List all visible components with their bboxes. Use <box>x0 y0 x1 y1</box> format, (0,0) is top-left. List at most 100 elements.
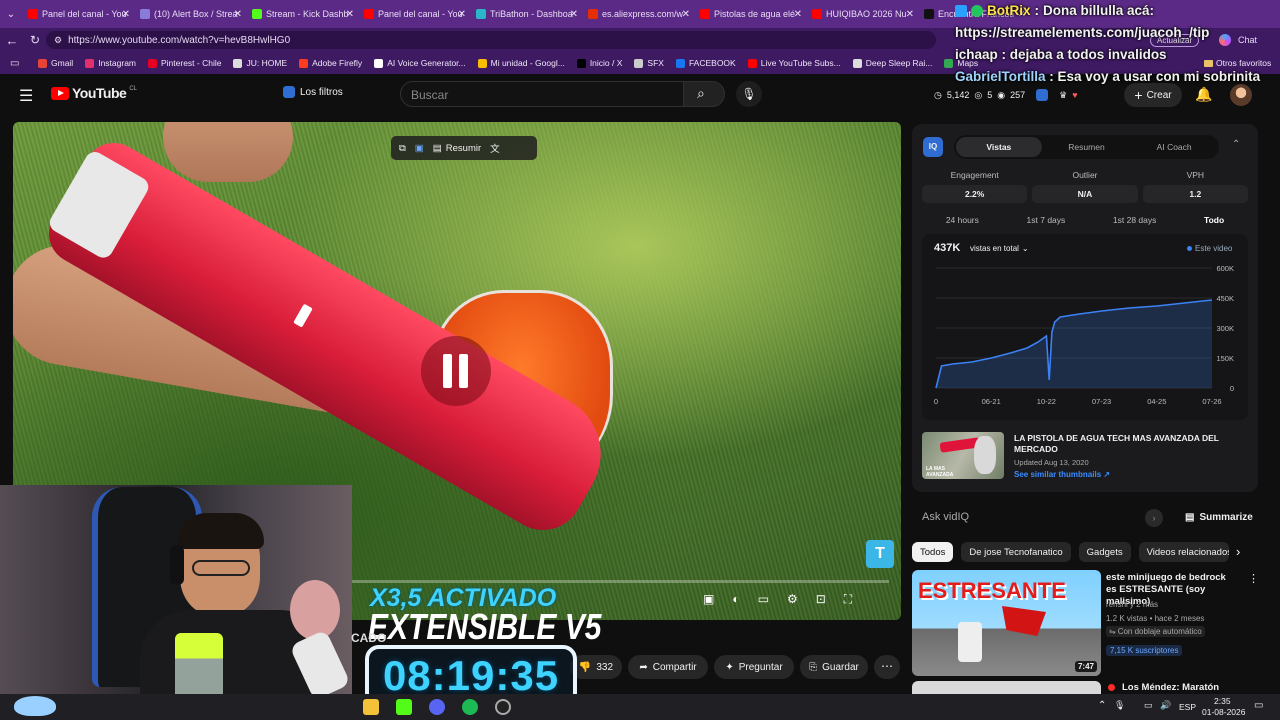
browser-tab[interactable]: HUIQIBAO 2026 Nu ✕ <box>806 3 918 25</box>
dislike-button[interactable]: 👎 332 <box>570 655 622 679</box>
ask-button[interactable]: ✦ Preguntar <box>714 655 794 679</box>
tab-views[interactable]: Vistas <box>956 137 1042 157</box>
youtube-logo[interactable]: YouTube CL <box>51 85 137 101</box>
sidebar-toggle-icon[interactable]: ▭ <box>10 58 19 69</box>
kick-icon[interactable] <box>396 699 412 715</box>
spotify-icon[interactable] <box>462 699 478 715</box>
close-tab-icon[interactable]: ✕ <box>682 9 690 20</box>
clock-date[interactable]: 01-08-2026 <box>1202 707 1245 717</box>
bookmark-item[interactable]: JU: HOME <box>233 58 287 68</box>
menu-icon[interactable]: ☰ <box>19 86 33 106</box>
bookmark-item[interactable]: Pinterest - Chile <box>148 58 221 68</box>
url-field[interactable]: ⚙ https://www.youtube.com/watch?v=hevB8H… <box>46 31 936 49</box>
close-tab-icon[interactable]: ✕ <box>234 9 242 20</box>
browser-tab[interactable]: Pistolas de agua elé ✕ <box>694 3 806 25</box>
vidiq-capture-icon[interactable]: ▣ <box>415 143 424 154</box>
volume-icon[interactable]: 🔊 <box>1160 700 1171 711</box>
picture-in-picture-icon[interactable]: ⧉ <box>399 143 406 154</box>
video-thumbnail[interactable]: LA MAS AVANZADA <box>922 432 1004 479</box>
range-all[interactable]: Todo <box>1204 215 1224 225</box>
summarize-button[interactable]: ▤ Summarize <box>1185 512 1253 523</box>
more-icon[interactable]: ⋮ <box>1248 572 1259 585</box>
tab-list-icon[interactable]: ⌄ <box>0 9 22 20</box>
chat-line: BotRix : Dona billulla acá: <box>955 0 1280 22</box>
file-explorer-icon[interactable] <box>363 699 379 715</box>
notifications-icon[interactable]: 🔔 <box>1195 86 1212 103</box>
chip-all[interactable]: Todos <box>912 542 954 562</box>
browser-tab[interactable]: Panel del canal - You ✕ <box>358 3 470 25</box>
bookmark-item[interactable]: Gmail <box>38 58 73 68</box>
tray-expand-icon[interactable]: ⌃ <box>1098 700 1106 711</box>
reload-icon[interactable]: ↻ <box>24 33 46 47</box>
tab-ai-coach[interactable]: AI Coach <box>1131 137 1217 157</box>
vidiq-player-icon[interactable]: ▣ <box>703 592 714 607</box>
search-button[interactable]: ⌕ <box>683 81 725 107</box>
range-28d[interactable]: 1st 28 days <box>1113 215 1156 225</box>
bookmark-favicon-icon <box>576 58 586 68</box>
range-24h[interactable]: 24 hours <box>946 215 979 225</box>
close-tab-icon[interactable]: ✕ <box>794 9 802 20</box>
more-actions-button[interactable]: ⋯ <box>874 655 900 679</box>
channel-watermark-icon[interactable]: T <box>866 540 894 568</box>
bookmark-item[interactable]: Inicio / X <box>576 58 622 68</box>
vidiq-logo-icon[interactable] <box>1036 89 1049 101</box>
bookmark-item[interactable]: FACEBOOK <box>675 58 736 68</box>
subtitles-icon[interactable]: ▭ <box>758 592 769 607</box>
voice-search-icon[interactable]: 🎙 <box>736 81 762 107</box>
chip-gadgets[interactable]: Gadgets <box>1078 542 1131 562</box>
bookmark-item[interactable]: Deep Sleep Rai... <box>852 58 932 68</box>
browser-tab[interactable]: es.aliexpress.com/w ✕ <box>582 3 694 25</box>
close-tab-icon[interactable]: ✕ <box>346 9 354 20</box>
ask-vidiq-input[interactable]: Ask vidIQ › <box>912 505 1170 531</box>
back-icon[interactable]: ← <box>0 33 24 48</box>
dislike-icon: 👎 <box>578 661 592 673</box>
language-indicator[interactable]: ESP <box>1179 702 1196 712</box>
close-tab-icon[interactable]: ✕ <box>458 9 466 20</box>
browser-tab[interactable]: TriBathon - Dashboa ✕ <box>470 3 582 25</box>
tab-summary[interactable]: Resumen <box>1042 137 1132 157</box>
recommendation-item[interactable]: ESTRESANTE 7:47 este minijuego de bedroc… <box>912 570 1262 676</box>
browser-tab[interactable]: Panel del canal - You ✕ <box>22 3 134 25</box>
range-7d[interactable]: 1st 7 days <box>1027 215 1066 225</box>
obs-icon[interactable] <box>495 699 511 715</box>
browser-tab[interactable]: Stream - Kick Dashb ✕ <box>246 3 358 25</box>
translate-icon[interactable]: 文 <box>490 141 500 155</box>
collapse-icon[interactable]: ⌃ <box>1232 139 1240 150</box>
bookmark-item[interactable]: Instagram <box>85 58 136 68</box>
miniplayer-icon[interactable]: ⊡ <box>816 592 826 607</box>
bookmark-item[interactable]: Live YouTube Subs... <box>747 58 841 68</box>
close-tab-icon[interactable]: ✕ <box>906 9 914 20</box>
chip-channel[interactable]: De jose Tecnofanatico <box>961 542 1071 562</box>
close-tab-icon[interactable]: ✕ <box>122 9 130 20</box>
close-tab-icon[interactable]: ✕ <box>570 9 578 20</box>
total-views-dropdown[interactable]: vistas en total ⌄ <box>970 244 1029 253</box>
filters-button[interactable]: Los filtros <box>283 86 343 98</box>
autoplay-toggle[interactable]: ◐ <box>732 592 739 607</box>
bookmark-item[interactable]: SFX <box>634 58 664 68</box>
discord-icon[interactable] <box>429 699 445 715</box>
share-button[interactable]: ➦ Compartir <box>628 655 708 679</box>
chips-next-icon[interactable]: › <box>1236 544 1240 559</box>
clock-time[interactable]: 2:35 <box>1214 696 1231 706</box>
pause-button[interactable] <box>421 336 491 406</box>
chip-related[interactable]: Videos relacionados <box>1138 542 1229 562</box>
send-icon[interactable]: › <box>1145 509 1163 527</box>
summarize-button[interactable]: ▤ Resumir <box>433 143 481 154</box>
save-button[interactable]: ⎘ Guardar <box>800 655 868 679</box>
trophy-icon[interactable]: ♛ <box>1059 90 1067 101</box>
search-input[interactable]: Buscar <box>400 81 684 107</box>
recommendation-item[interactable]: Los Méndez: Maratón <box>912 681 1262 694</box>
mic-tray-icon[interactable]: 🎙 <box>1114 700 1125 711</box>
alert-icon[interactable]: ♥ <box>1072 90 1077 100</box>
network-icon[interactable]: ▭ <box>1144 700 1153 711</box>
bookmark-item[interactable]: Adobe Firefly <box>299 58 362 68</box>
settings-icon[interactable]: ⚙ <box>787 592 798 607</box>
video-title[interactable]: LA PISTOLA DE AGUA TECH MAS AVANZADA DEL… <box>1014 433 1234 455</box>
similar-thumbnails-link[interactable]: See similar thumbnails ↗ <box>1014 470 1110 479</box>
bookmark-item[interactable]: Mi unidad - Googl... <box>477 58 565 68</box>
fullscreen-icon[interactable]: ⛶ <box>844 592 852 607</box>
bookmark-item[interactable]: AI Voice Generator... <box>374 58 466 68</box>
browser-tab[interactable]: (10) Alert Box / Strea ✕ <box>134 3 246 25</box>
site-info-icon[interactable]: ⚙ <box>54 35 62 46</box>
notification-center-icon[interactable]: ▭ <box>1254 700 1263 711</box>
